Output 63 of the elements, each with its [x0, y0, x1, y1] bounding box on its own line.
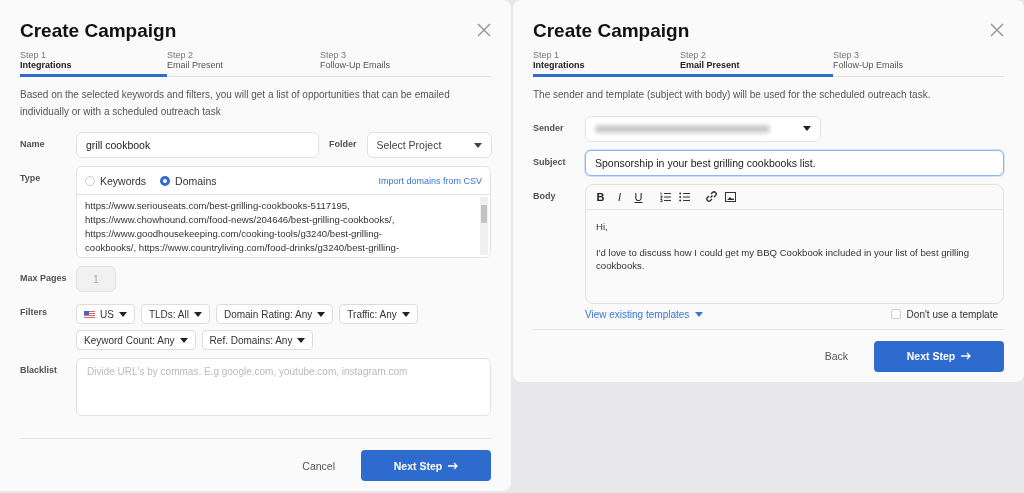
image-icon[interactable]: [725, 191, 736, 202]
type-radio[interactable]: Domains: [160, 174, 217, 187]
templates-link[interactable]: View existing templates: [585, 308, 704, 320]
filter-dropdown[interactable]: Domain Rating: Any: [215, 304, 334, 324]
field-label: Blacklist: [20, 364, 59, 375]
folder-select[interactable]: Select Project: [366, 132, 492, 158]
subject-input[interactable]: Sponsorship in your best grilling cookbooks list.: [585, 149, 1004, 176]
domains-textarea[interactable]: https://www.seriouseats.com/best-grilling-cookbooks-5117195, https://www.chowhound.com/food-news/204646/best-grilling-cookbooks/, https://www.goodhousekeeping.com/cooking-tools/g3240/best-grilling- cookbooks/, https://www.countryliving.com/food-drinks/g3240/best-grilling-: [77, 195, 478, 257]
caret-icon: [317, 311, 326, 317]
arrow-right-icon: [961, 352, 972, 360]
filter-dropdown[interactable]: US: [76, 304, 135, 324]
no-template-checkbox[interactable]: Don't use a template: [890, 308, 998, 320]
filter-dropdown[interactable]: TLDs: All: [140, 304, 210, 324]
field-label: Max Pages: [20, 272, 68, 283]
step-tab[interactable]: Step 3 Follow-Up Emails: [833, 50, 1004, 77]
description-text: Based on the selected keywords and filters, you will get a list of opportunities that can be emailed individually or with a scheduled outreach task: [20, 88, 451, 119]
link-icon[interactable]: [706, 191, 717, 202]
caret-icon: [473, 142, 482, 148]
caret-icon: [401, 311, 410, 317]
close-icon[interactable]: [477, 23, 491, 37]
field-label: Body: [533, 189, 557, 201]
step-tab[interactable]: Step 1 Integrations: [20, 50, 167, 77]
caret-icon: [695, 311, 704, 317]
field-label: Type: [20, 172, 42, 183]
secondary-button[interactable]: Cancel: [288, 451, 349, 480]
numbered-list-icon[interactable]: [660, 191, 671, 202]
close-icon[interactable]: [990, 23, 1004, 37]
next-step-button[interactable]: Next Step: [361, 450, 491, 481]
step-tab[interactable]: Step 2 Email Present: [167, 50, 320, 77]
format-button[interactable]: B: [595, 190, 606, 203]
step-tab[interactable]: Step 1 Integrations: [533, 50, 680, 77]
dialog-title: Create Campaign: [533, 20, 690, 42]
step-tab[interactable]: Step 2 Email Present: [680, 50, 833, 77]
caret-icon: [297, 337, 306, 343]
filter-dropdown[interactable]: Traffic: Any: [339, 304, 418, 324]
flag-icon: [84, 310, 95, 318]
bullet-list-icon[interactable]: [679, 191, 690, 202]
arrow-right-icon: [448, 461, 459, 470]
filter-dropdown[interactable]: Ref. Domains: Any: [201, 330, 314, 350]
type-radio[interactable]: Keywords: [85, 174, 147, 187]
caret-icon: [803, 126, 811, 131]
field-label: Sender: [533, 121, 565, 133]
secondary-button[interactable]: Back: [810, 342, 862, 370]
step-tab[interactable]: Step 3 Follow-Up Emails: [320, 50, 491, 77]
body-editor[interactable]: B I U Hi, I'd love to discuss how I could get my BBQ Cookbook included in your list of best grilling cookbooks.: [585, 183, 1004, 304]
filter-dropdown[interactable]: Keyword Count: Any: [76, 330, 196, 350]
description-text: The sender and template (subject with body) will be used for the scheduled outreach task.: [533, 88, 932, 102]
name-input[interactable]: grill cookbook: [76, 132, 319, 158]
body-paragraph: I'd love to discuss how I could get my BBQ Cookbook included in your list of best grilling cookbooks.: [596, 245, 970, 272]
field-label: Name: [20, 138, 46, 149]
field-label: Filters: [20, 306, 48, 317]
next-step-button[interactable]: Next Step: [874, 340, 1004, 372]
scrollbar[interactable]: [480, 197, 488, 255]
field-label: Folder: [329, 138, 357, 149]
format-button[interactable]: I: [614, 190, 625, 203]
caret-icon: [179, 337, 188, 343]
body-paragraph: Hi,: [596, 219, 609, 233]
import-link[interactable]: Import domains from CSV: [378, 175, 482, 186]
field-label: Subject: [533, 155, 567, 167]
caret-icon: [193, 311, 202, 317]
format-button[interactable]: U: [633, 190, 644, 203]
dialog-title: Create Campaign: [20, 20, 177, 42]
caret-icon: [118, 311, 127, 317]
